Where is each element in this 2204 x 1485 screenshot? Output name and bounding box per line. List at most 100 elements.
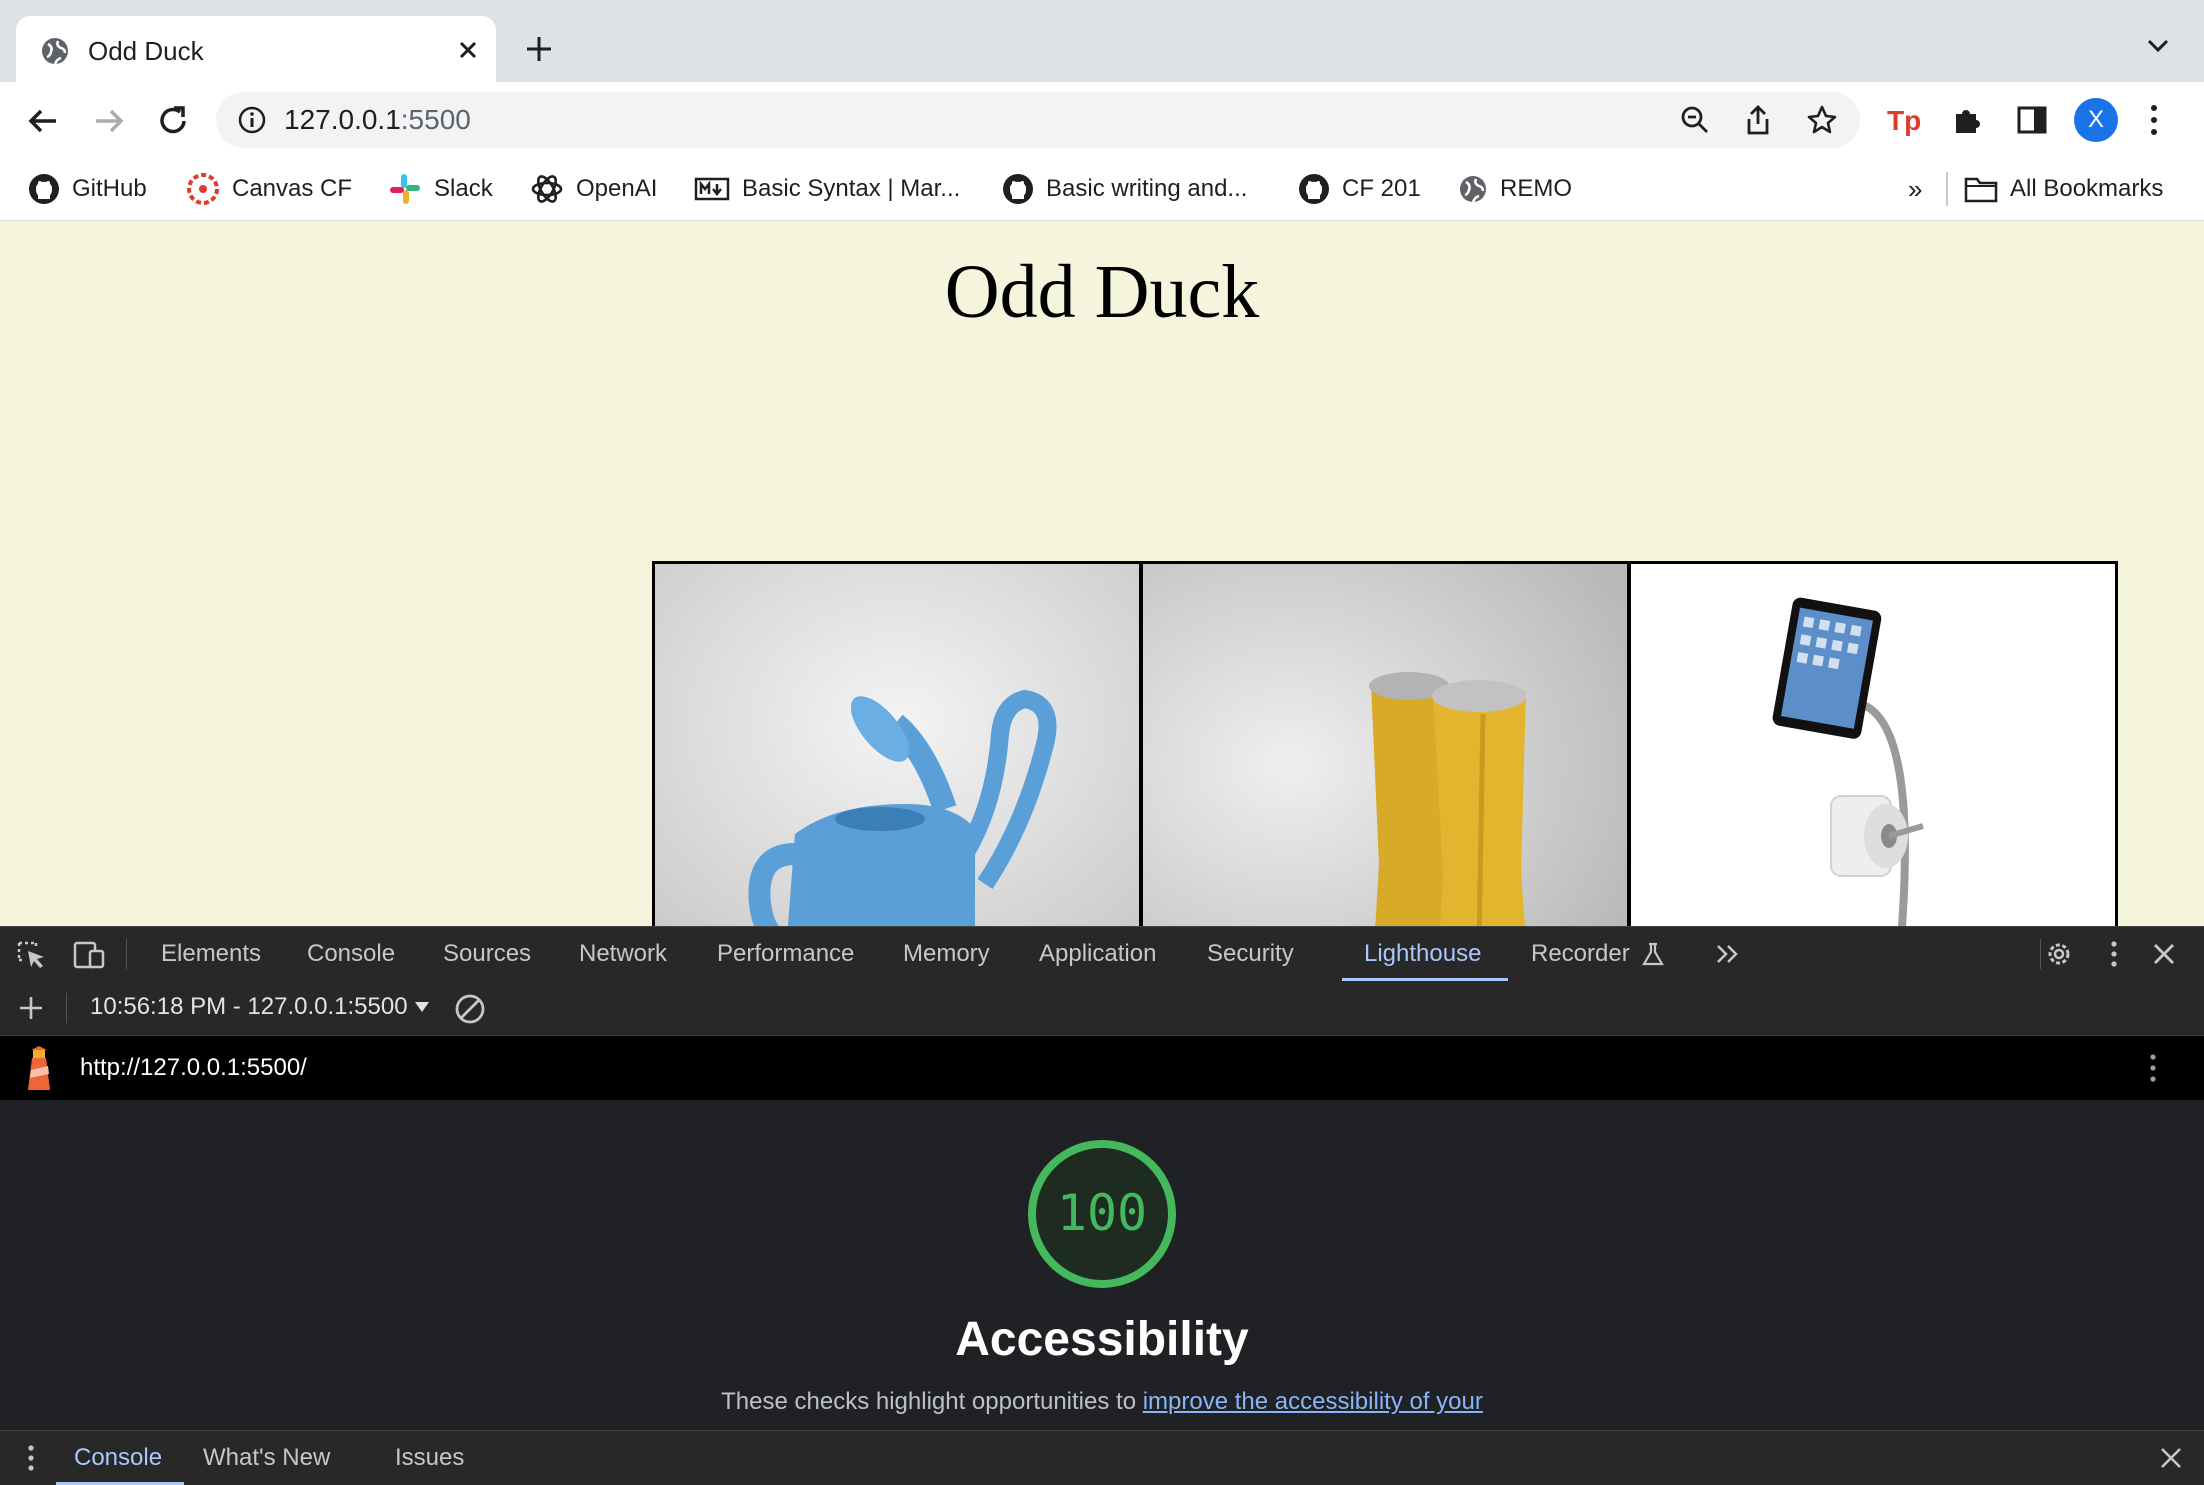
bookmark-basic-syntax[interactable]: Basic Syntax | Mar... xyxy=(694,170,960,208)
github-icon xyxy=(1002,173,1034,205)
profile-avatar[interactable]: X xyxy=(2074,98,2118,142)
clear-reports-icon[interactable] xyxy=(454,993,486,1025)
drawer-tab-issues[interactable]: Issues xyxy=(395,1431,464,1485)
bookmark-star-icon[interactable] xyxy=(1806,104,1838,136)
category-title: Accessibility xyxy=(955,1313,1249,1366)
devtools-drawer: Console What's New Issues xyxy=(0,1430,2204,1485)
devtools-menu-kebab-icon[interactable] xyxy=(2109,939,2119,969)
more-tabs-chevron-icon[interactable] xyxy=(1714,942,1742,966)
category-description: These checks highlight opportunities to … xyxy=(0,1388,2204,1416)
bookmark-slack[interactable]: Slack xyxy=(388,170,493,208)
tab-console[interactable]: Console xyxy=(307,927,395,981)
bookmarks-overflow-button[interactable]: » xyxy=(1908,174,1922,205)
bookmark-label: REMO xyxy=(1500,175,1572,202)
new-report-plus-icon[interactable] xyxy=(18,995,44,1021)
address-bar[interactable]: 127.0.0.1:5500 xyxy=(216,92,1860,148)
accessibility-link[interactable]: improve the accessibility of your xyxy=(1143,1388,1483,1415)
bookmark-basic-writing[interactable]: Basic writing and... xyxy=(1002,170,1247,208)
tab-network[interactable]: Network xyxy=(579,927,667,981)
bookmark-label: CF 201 xyxy=(1342,175,1421,202)
tab-search-chevron-icon[interactable] xyxy=(2146,38,2170,54)
audited-url: http://127.0.0.1:5500/ xyxy=(80,1054,307,1081)
browser-tab[interactable]: Odd Duck xyxy=(16,16,496,84)
experiment-flask-icon xyxy=(1640,941,1666,967)
back-arrow-icon[interactable] xyxy=(26,104,60,138)
lighthouse-toolbar: 10:56:18 PM - 127.0.0.1:5500 xyxy=(0,981,2204,1036)
device-toolbar-icon[interactable] xyxy=(72,940,106,970)
tab-performance[interactable]: Performance xyxy=(717,927,854,981)
lighthouse-logo-icon xyxy=(22,1046,56,1092)
extensions-puzzle-icon[interactable] xyxy=(1952,104,1984,136)
side-panel-icon[interactable] xyxy=(2016,104,2048,136)
tablet-stand-image xyxy=(1631,564,2115,926)
tab-sources[interactable]: Sources xyxy=(443,927,531,981)
url-port: :5500 xyxy=(400,104,471,135)
tp-extension-icon[interactable]: Tp xyxy=(1886,102,1922,138)
bookmark-label: GitHub xyxy=(72,175,147,202)
inspect-element-icon[interactable] xyxy=(16,940,48,970)
drawer-tab-whats-new[interactable]: What's New xyxy=(203,1431,330,1485)
bookmark-github[interactable]: GitHub xyxy=(28,170,147,208)
bookmark-cf-201[interactable]: CF 201 xyxy=(1298,170,1421,208)
bookmarks-divider xyxy=(1946,172,1948,206)
new-tab-icon[interactable] xyxy=(524,34,554,64)
openai-icon xyxy=(530,172,564,206)
tab-security[interactable]: Security xyxy=(1207,927,1294,981)
settings-gear-icon[interactable] xyxy=(2044,939,2074,969)
zoom-icon[interactable] xyxy=(1680,105,1710,135)
product-card-watering-can[interactable] xyxy=(655,564,1139,926)
product-card-boots[interactable] xyxy=(1143,564,1627,926)
bookmark-label: Basic Syntax | Mar... xyxy=(742,175,961,202)
reload-icon[interactable] xyxy=(156,104,190,138)
url-text[interactable]: 127.0.0.1:5500 xyxy=(284,104,471,136)
bookmark-label: Basic writing and... xyxy=(1046,175,1248,202)
all-bookmarks-label: All Bookmarks xyxy=(2010,175,2164,202)
browser-toolbar: 127.0.0.1:5500 Tp X xyxy=(0,82,2204,158)
lighthouse-url-bar: http://127.0.0.1:5500/ xyxy=(0,1036,2204,1100)
bookmark-openai[interactable]: OpenAI xyxy=(530,170,657,208)
product-gallery xyxy=(652,561,2118,926)
page-viewport: Odd Duck xyxy=(0,221,2204,926)
description-text: These checks highlight opportunities to xyxy=(721,1388,1143,1415)
bookmark-remo[interactable]: REMO xyxy=(1458,170,1572,208)
bookmark-canvas-cf[interactable]: Canvas CF xyxy=(186,170,352,208)
toolbar-divider xyxy=(2040,939,2041,969)
report-menu-kebab-icon[interactable] xyxy=(2148,1052,2158,1084)
canvas-icon xyxy=(186,172,220,206)
toolbar-divider xyxy=(126,939,127,969)
bookmark-label: OpenAI xyxy=(576,175,658,202)
tab-elements[interactable]: Elements xyxy=(161,927,261,981)
watering-can-image xyxy=(655,564,1139,926)
devtools-tab-bar: Elements Console Sources Network Perform… xyxy=(0,926,2204,982)
bookmark-label: Slack xyxy=(434,175,493,202)
close-drawer-icon[interactable] xyxy=(2160,1447,2182,1469)
report-selector[interactable]: 10:56:18 PM - 127.0.0.1:5500 xyxy=(90,993,408,1021)
share-icon[interactable] xyxy=(1744,104,1772,136)
boots-image xyxy=(1143,564,1627,926)
folder-icon xyxy=(1964,175,1998,203)
page-title: Odd Duck xyxy=(944,250,1260,334)
product-card-tablet-stand[interactable] xyxy=(1631,564,2115,926)
close-tab-icon[interactable] xyxy=(456,38,480,62)
profile-initial: X xyxy=(2087,106,2104,133)
tab-memory[interactable]: Memory xyxy=(903,927,990,981)
score-value: 100 xyxy=(1056,1184,1148,1242)
close-devtools-icon[interactable] xyxy=(2152,942,2176,966)
svg-text:Tp: Tp xyxy=(1887,105,1921,136)
all-bookmarks-button[interactable]: All Bookmarks xyxy=(1964,170,2163,208)
forward-arrow-icon[interactable] xyxy=(92,104,126,138)
bookmarks-bar: GitHub Canvas CF Slack OpenAI Basic Synt… xyxy=(0,158,2204,221)
tab-application[interactable]: Application xyxy=(1039,927,1156,981)
tab-recorder[interactable]: Recorder xyxy=(1531,927,1630,981)
toolbar-divider xyxy=(66,993,67,1023)
bookmark-label: Canvas CF xyxy=(232,175,353,202)
browser-menu-kebab-icon[interactable] xyxy=(2148,102,2160,138)
drawer-tab-console[interactable]: Console xyxy=(74,1431,162,1485)
tab-lighthouse[interactable]: Lighthouse xyxy=(1364,927,1481,981)
dropdown-triangle-icon[interactable] xyxy=(414,1001,430,1013)
site-info-icon[interactable] xyxy=(238,106,266,134)
url-host: 127.0.0.1 xyxy=(284,104,401,135)
globe-icon xyxy=(40,36,70,66)
tab-strip: Odd Duck xyxy=(0,0,2204,84)
drawer-menu-kebab-icon[interactable] xyxy=(26,1443,36,1473)
